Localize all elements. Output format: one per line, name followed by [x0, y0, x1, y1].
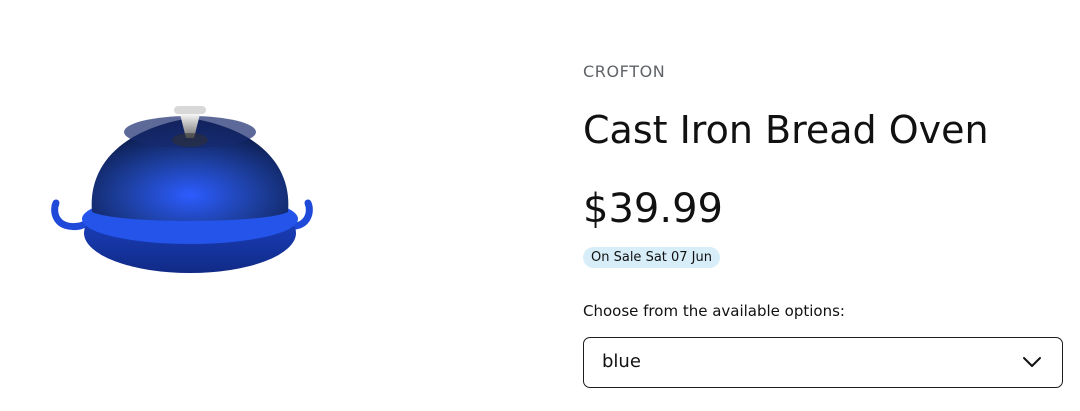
product-title: Cast Iron Bread Oven	[583, 108, 989, 152]
product-details: CROFTON Cast Iron Bread Oven $39.99 On S…	[583, 0, 1065, 411]
product-image	[40, 80, 340, 295]
selected-option-value: blue	[602, 351, 641, 372]
option-select[interactable]: blue	[583, 337, 1063, 388]
brand-name: CROFTON	[583, 62, 666, 81]
sale-date-badge: On Sale Sat 07 Jun	[583, 247, 720, 268]
product-price: $39.99	[583, 186, 723, 232]
options-label: Choose from the available options:	[583, 302, 845, 320]
chevron-down-icon	[1023, 357, 1041, 367]
bread-oven-illustration	[51, 106, 313, 273]
